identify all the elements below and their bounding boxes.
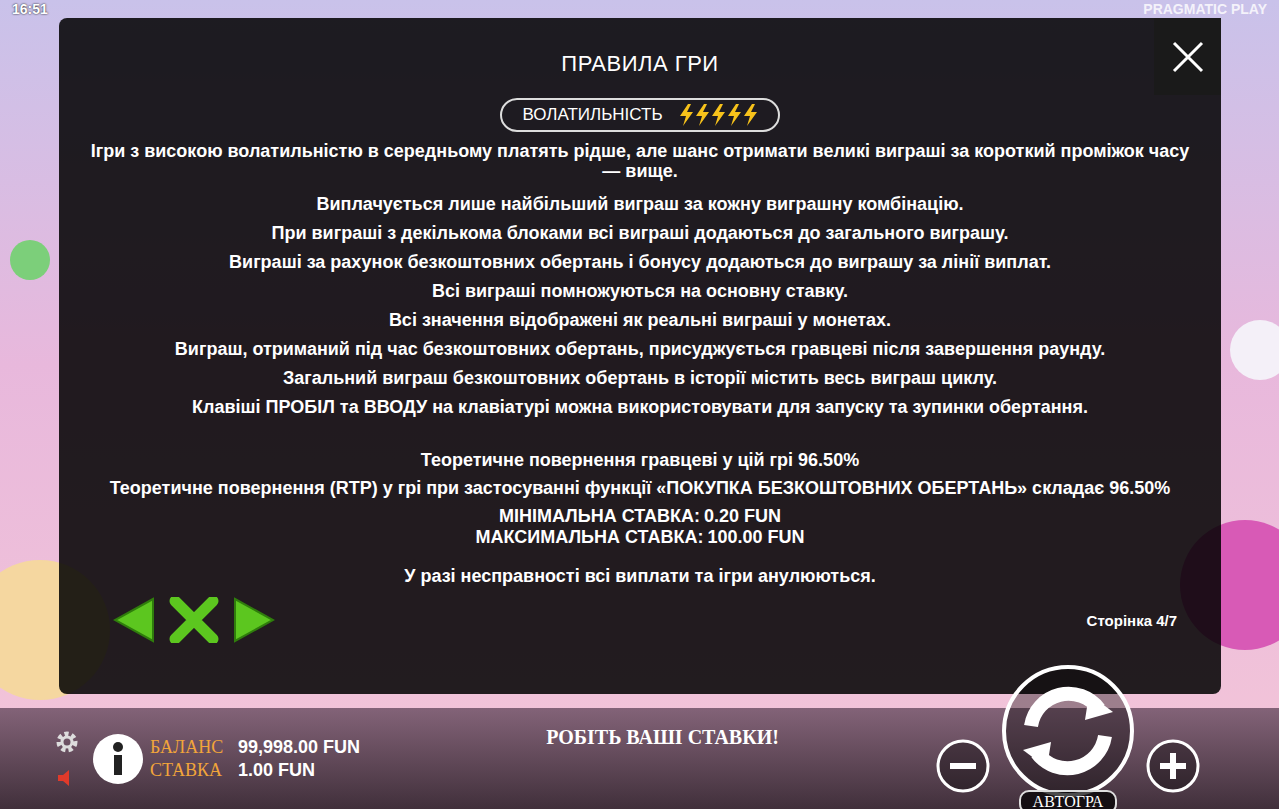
rules-paragraph: Клавіші ПРОБІЛ та ВВОДУ на клавіатурі мо… xyxy=(192,397,1088,417)
lightning-icon xyxy=(727,104,742,126)
lightning-icon xyxy=(679,104,694,126)
close-icon xyxy=(1171,40,1205,74)
rules-paragraph: Виплачується лише найбільший виграш за к… xyxy=(316,194,963,214)
page-indicator: Сторінка 4/7 xyxy=(1087,612,1177,629)
clock: 16:51 xyxy=(12,1,48,17)
rules-text: Ігри з високою волатильністю в середньом… xyxy=(89,141,1191,426)
rules-title: ПРАВИЛА ГРИ xyxy=(561,51,718,77)
bet-limit-label: МІНІМАЛЬНА СТАВКА: xyxy=(499,506,700,526)
balance-value: 99,998.00 FUN xyxy=(238,737,360,758)
game-screen: 16:51 PRAGMATIC PLAY ПРАВИЛА ГРИ ВОЛАТИЛЬНІ… xyxy=(0,0,1279,809)
candy-decoration xyxy=(10,240,50,280)
status-line: 16:51 PRAGMATIC PLAY xyxy=(0,0,1279,17)
rtp-line: Теоретичне повернення гравцеві у цій грі… xyxy=(421,450,859,470)
rules-paragraph: Виграш, отриманий під час безкоштовних о… xyxy=(175,339,1105,359)
rules-paragraph: Всі виграші помножуються на основну став… xyxy=(432,281,848,301)
brand-logo: PRAGMATIC PLAY xyxy=(1143,1,1267,17)
bottom-bar: БАЛАНС 99,998.00 FUN СТАВКА 1.00 FUN РОБІТЬ … xyxy=(0,708,1279,809)
spin-controls: АВТОГРА xyxy=(935,664,1201,809)
bet-value: 1.00 FUN xyxy=(238,760,315,781)
gear-icon[interactable] xyxy=(54,729,80,755)
close-pager-icon[interactable] xyxy=(169,597,219,643)
bet-limit-value: 0.20 FUN xyxy=(704,506,781,526)
bet-limit-value: 100.00 FUN xyxy=(707,527,804,547)
bet-limit: МІНІМАЛЬНА СТАВКА:0.20 FUN xyxy=(499,506,781,527)
status-message: РОБІТЬ ВАШІ СТАВКИ! xyxy=(360,726,935,749)
spin-icon[interactable] xyxy=(1001,664,1135,798)
rules-paragraph: Ігри з високою волатильністю в середньом… xyxy=(89,141,1191,181)
bet-label: СТАВКА xyxy=(150,760,232,781)
minus-icon[interactable] xyxy=(935,738,991,794)
rules-paragraph: Виграші за рахунок безкоштовних обертань… xyxy=(229,252,1051,272)
plus-icon[interactable] xyxy=(1145,738,1201,794)
rules-modal: ПРАВИЛА ГРИ ВОЛАТИЛЬНІСТЬ Ігри з високою в… xyxy=(59,18,1221,694)
close-button[interactable] xyxy=(1154,18,1221,95)
lightning-icon xyxy=(743,104,758,126)
bet-limit-label: МАКСИМАЛЬНА СТАВКА: xyxy=(476,527,704,547)
info-icon[interactable] xyxy=(92,733,144,785)
candy-decoration xyxy=(1230,320,1279,380)
lightning-icon xyxy=(711,104,726,126)
disclaimer: У разі несправності всі виплати та ігри … xyxy=(404,566,876,587)
next-page-icon[interactable] xyxy=(233,597,275,643)
rtp-line: Теоретичне повернення (RTP) у грі при за… xyxy=(110,478,1170,498)
volatility-badge: ВОЛАТИЛЬНІСТЬ xyxy=(500,98,779,132)
sound-icon[interactable] xyxy=(56,767,78,789)
rtp-block: Теоретичне повернення гравцеві у цій грі… xyxy=(110,450,1170,587)
wallet: БАЛАНС 99,998.00 FUN СТАВКА 1.00 FUN xyxy=(150,737,360,781)
bet-limit: МАКСИМАЛЬНА СТАВКА:100.00 FUN xyxy=(476,527,805,548)
volatility-meter xyxy=(679,104,758,126)
pager: Сторінка 4/7 xyxy=(89,597,1191,643)
volatility-label: ВОЛАТИЛЬНІСТЬ xyxy=(522,105,662,125)
lightning-icon xyxy=(695,104,710,126)
autoplay-button[interactable]: АВТОГРА xyxy=(1019,790,1118,809)
rules-paragraph: Загальний виграш безкоштовних обертань в… xyxy=(283,368,997,388)
rules-paragraph: При виграші з декількома блоками всі виг… xyxy=(272,223,1009,243)
rules-paragraph: Всі значення відображені як реальні вигр… xyxy=(389,310,891,330)
balance-label: БАЛАНС xyxy=(150,737,232,758)
prev-page-icon[interactable] xyxy=(113,597,155,643)
